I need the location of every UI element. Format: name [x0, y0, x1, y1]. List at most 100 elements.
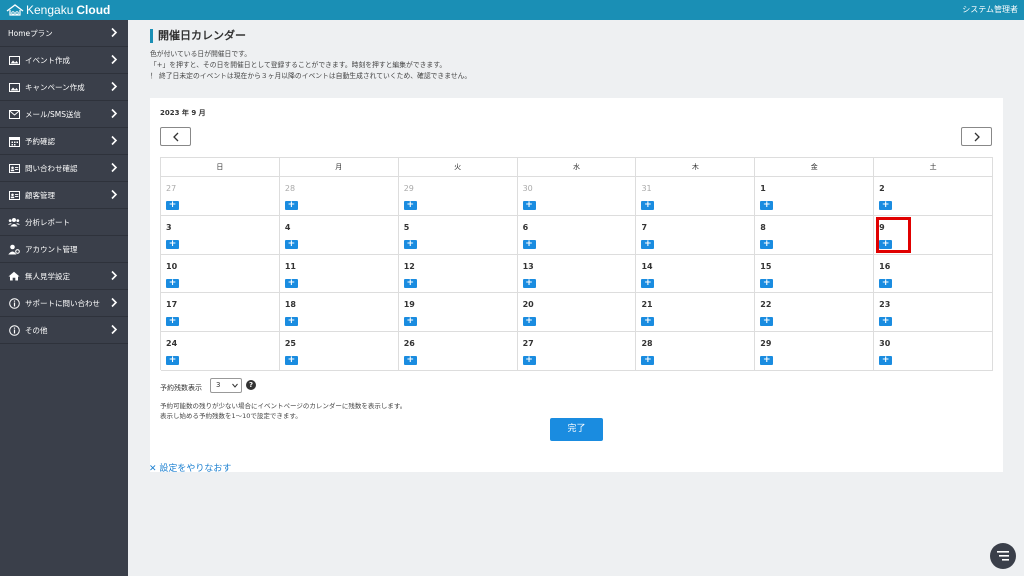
sidebar-item-label: メール/SMS送信 [25, 109, 82, 119]
calendar-day-cell: 10 + [161, 254, 280, 294]
add-event-day-button[interactable]: + [166, 201, 179, 210]
add-event-day-button[interactable]: + [166, 239, 179, 249]
menu-fab-button[interactable] [990, 543, 1016, 569]
add-event-day-button[interactable]: + [641, 317, 655, 327]
sidebar-item-12[interactable]: その他 [0, 317, 128, 344]
add-event-day-button[interactable]: + [284, 201, 298, 210]
add-event-day-button[interactable]: + [760, 278, 774, 288]
sidebar-item-1[interactable]: Homeプラン [0, 20, 128, 47]
help-icon[interactable]: ? [246, 380, 256, 390]
id-card-icon [8, 189, 20, 201]
add-event-day-button[interactable]: + [284, 317, 298, 327]
calendar-grid: 日月火水木金土 27 +28 +29 +30 +31 +1 +2 +3 +4 +5 +6 +7 +8 +9 +… [160, 157, 994, 371]
calendar-day-cell: 28 + [636, 332, 756, 371]
reset-settings-link[interactable]: ✕ 設定をやりなおす [149, 461, 231, 474]
add-event-day-button[interactable]: + [879, 201, 893, 210]
add-event-day-button[interactable]: + [879, 317, 893, 327]
weekday-header: 土 [874, 158, 994, 177]
add-event-day-button[interactable]: + [760, 239, 774, 249]
add-event-day-button[interactable]: + [403, 201, 417, 210]
calendar-day-cell: 27 + [161, 177, 280, 216]
day-number: 30 [522, 184, 533, 193]
add-event-day-button[interactable]: + [166, 278, 179, 288]
list-filter-icon [997, 551, 1009, 561]
mail-icon [8, 108, 20, 120]
sidebar-item-7[interactable]: 顧客管理 [0, 182, 128, 209]
sidebar-item-5[interactable]: 予約確認 [0, 128, 128, 155]
id-card-icon [8, 162, 20, 174]
add-event-day-button[interactable]: + [522, 239, 536, 249]
day-number: 14 [641, 261, 653, 271]
logo[interactable]: Kengaku Cloud [6, 2, 110, 18]
chevron-right-icon [110, 81, 120, 93]
add-event-day-button[interactable]: + [760, 201, 774, 210]
calendar-day-cell: 4 + [279, 215, 399, 255]
day-number: 27 [522, 339, 534, 349]
done-button[interactable]: 完了 [550, 418, 603, 441]
main-content: 開催日カレンダー 色が付いている日が開催日です。 「+」を押すと、その日を開催日… [128, 20, 1024, 576]
day-number: 23 [879, 300, 891, 310]
calendar-day-cell: 27 + [517, 332, 637, 371]
add-event-day-button[interactable]: + [522, 278, 536, 288]
add-event-day-button[interactable]: + [166, 356, 179, 366]
sidebar-item-2[interactable]: イベント作成 [0, 47, 128, 74]
add-event-day-button[interactable]: + [166, 317, 179, 327]
day-number: 26 [403, 339, 415, 349]
sidebar-item-6[interactable]: 問い合わせ確認 [0, 155, 128, 182]
add-event-day-button[interactable]: + [284, 356, 298, 366]
add-event-day-button[interactable]: + [879, 356, 893, 366]
add-event-day-button[interactable]: + [403, 356, 417, 366]
add-event-day-button[interactable]: + [760, 356, 774, 366]
sidebar-item-label: 顧客管理 [25, 190, 55, 200]
calendar-day-cell: 1 + [755, 177, 875, 216]
admin-user-label[interactable]: システム管理者 [962, 4, 1018, 15]
day-number: 28 [641, 339, 653, 349]
add-event-day-button[interactable]: + [641, 356, 655, 366]
calendar-day-cell: 25 + [279, 332, 399, 371]
add-event-day-button[interactable]: + [284, 278, 298, 288]
day-number: 15 [760, 261, 772, 271]
add-event-day-button[interactable]: + [522, 317, 536, 327]
add-event-day-button[interactable]: + [522, 201, 536, 210]
add-event-day-button[interactable]: + [641, 239, 655, 249]
calendar-week-row: 17 +18 +19 +20 +21 +22 +23 + [161, 293, 994, 333]
add-event-day-button[interactable]: + [879, 278, 893, 288]
chevron-right-icon [110, 270, 120, 282]
sidebar-item-label: 無人見学設定 [25, 271, 70, 281]
sidebar-item-10[interactable]: 無人見学設定 [0, 263, 128, 290]
home-icon [8, 270, 20, 282]
sidebar-item-8[interactable]: 分析レポート [0, 209, 128, 236]
calendar-card: 2023 年 9 月 日月火水木金土 27 +28 +29 +30 +31 +1 +2 +3 +4… [150, 98, 1003, 472]
add-event-day-button[interactable]: + [403, 239, 417, 249]
calendar-day-cell: 17 + [161, 293, 280, 333]
users-icon [8, 216, 20, 228]
remaining-count-select[interactable]: 3 [210, 378, 242, 393]
sidebar-item-4[interactable]: メール/SMS送信 [0, 101, 128, 128]
day-number: 12 [403, 261, 415, 271]
sidebar-item-9[interactable]: アカウント管理 [0, 236, 128, 263]
calendar-day-cell: 15 + [755, 254, 875, 294]
image-icon [8, 81, 20, 93]
calendar-day-cell: 29 + [398, 177, 518, 216]
add-event-day-button[interactable]: + [403, 278, 417, 288]
weekday-header: 月 [279, 158, 399, 177]
add-event-day-button[interactable]: + [879, 239, 893, 249]
chevron-right-icon [974, 132, 980, 141]
day-number: 4 [284, 222, 291, 232]
logo-text-kengaku: Kengaku [26, 3, 74, 17]
add-event-day-button[interactable]: + [760, 317, 774, 327]
prev-month-button[interactable] [160, 127, 191, 146]
info-icon [8, 324, 20, 336]
add-event-day-button[interactable]: + [284, 239, 298, 249]
add-event-day-button[interactable]: + [641, 278, 655, 288]
calendar-day-cell: 26 + [398, 332, 518, 371]
description-line-2: 「+」を押すと、その日を開催日として登録することができます。時刻を押すと編集がで… [150, 61, 447, 69]
add-event-day-button[interactable]: + [641, 201, 655, 210]
next-month-button[interactable] [961, 127, 992, 146]
calendar-week-row: 10 +11 +12 +13 +14 +15 +16 + [161, 254, 994, 294]
add-event-day-button[interactable]: + [403, 317, 417, 327]
sidebar-item-11[interactable]: サポートに問い合わせ [0, 290, 128, 317]
calendar-day-cell: 16 + [874, 254, 994, 294]
sidebar-item-3[interactable]: キャンペーン作成 [0, 74, 128, 101]
add-event-day-button[interactable]: + [522, 356, 536, 366]
